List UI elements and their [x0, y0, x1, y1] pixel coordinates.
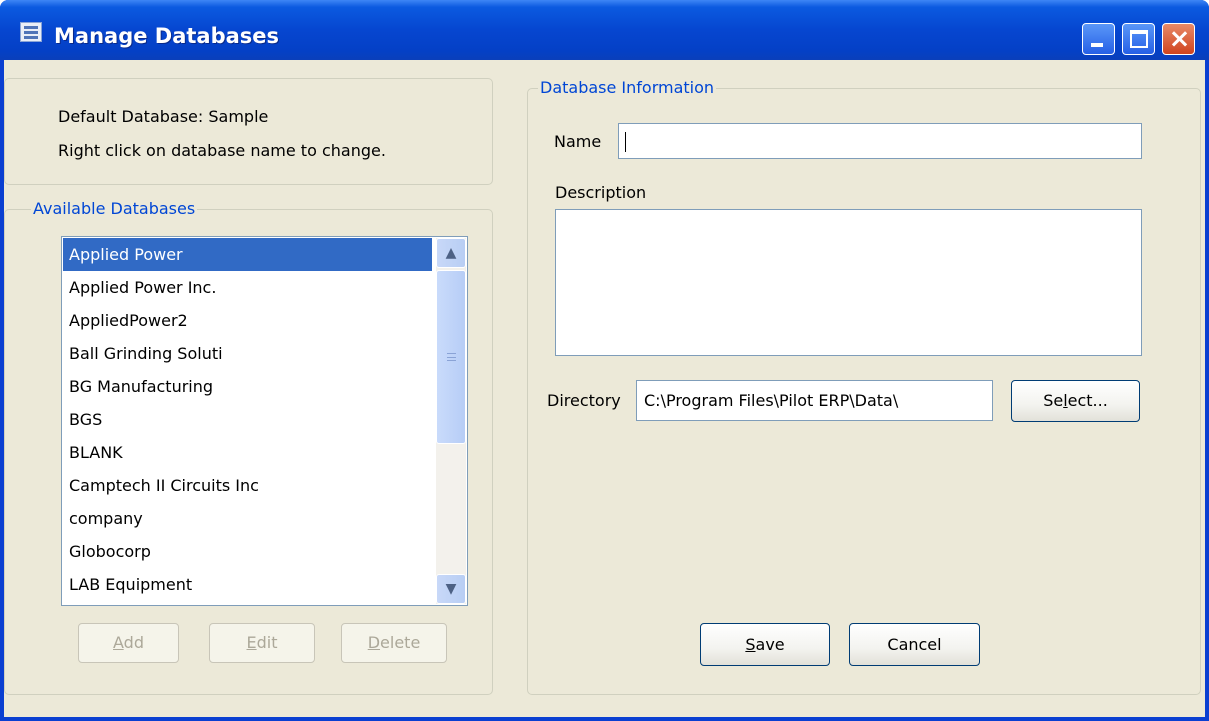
name-input[interactable] — [618, 123, 1142, 159]
list-item[interactable]: Applied Power Inc. — [63, 271, 432, 304]
cancel-button[interactable]: Cancel — [849, 623, 980, 666]
list-item[interactable]: BG Manufacturing — [63, 370, 432, 403]
scroll-thumb[interactable] — [436, 270, 466, 444]
maximize-button[interactable] — [1122, 23, 1155, 55]
save-button[interactable]: Save — [700, 623, 830, 666]
scroll-down-button[interactable]: ▼ — [436, 574, 466, 604]
database-listbox[interactable]: Applied Power Applied Power Inc. AppliedPo… — [61, 236, 468, 606]
manage-databases-window: Manage Databases × Default Database: Sam… — [0, 0, 1209, 721]
close-icon: × — [1168, 24, 1191, 54]
delete-button[interactable]: Delete — [341, 623, 447, 663]
add-button[interactable]: Add — [78, 623, 179, 663]
edit-button[interactable]: Edit — [209, 623, 315, 663]
directory-label: Directory — [547, 391, 621, 410]
list-item[interactable]: Globocorp — [63, 535, 432, 568]
scroll-up-button[interactable]: ▲ — [436, 238, 466, 268]
description-textarea[interactable] — [555, 209, 1142, 356]
directory-input[interactable]: C:\Program Files\Pilot ERP\Data\ — [636, 380, 993, 421]
name-label: Name — [554, 132, 602, 151]
default-database-box: Default Database: Sample Right click on … — [4, 78, 493, 185]
database-list: Applied Power Applied Power Inc. AppliedPo… — [63, 238, 432, 601]
scroll-up-arrow-icon: ▲ — [445, 245, 457, 261]
maximize-icon — [1130, 30, 1148, 48]
app-icon — [20, 22, 42, 42]
scroll-down-arrow-icon: ▼ — [445, 581, 457, 597]
list-item[interactable]: AppliedPower2 — [63, 304, 432, 337]
title-bar[interactable]: Manage Databases × — [0, 0, 1209, 60]
list-item[interactable]: Applied Power — [63, 238, 432, 271]
list-item[interactable]: Camptech II Circuits Inc — [63, 469, 432, 502]
database-information-legend: Database Information — [538, 78, 717, 97]
available-databases-legend: Available Databases — [31, 199, 198, 218]
list-item[interactable]: Ball Grinding Soluti — [63, 337, 432, 370]
description-label: Description — [555, 183, 647, 202]
list-scrollbar[interactable]: ▲ ▼ — [436, 238, 466, 604]
text-caret — [625, 131, 626, 152]
select-directory-button[interactable]: Select... — [1011, 380, 1140, 422]
list-item[interactable]: BLANK — [63, 436, 432, 469]
default-database-text: Default Database: Sample — [58, 107, 269, 126]
list-item[interactable]: company — [63, 502, 432, 535]
list-item[interactable]: LAB Equipment — [63, 568, 432, 601]
window-title: Manage Databases — [54, 24, 280, 48]
close-button[interactable]: × — [1162, 23, 1195, 55]
grip-icon — [447, 353, 456, 361]
dialog-client-area: Default Database: Sample Right click on … — [4, 60, 1205, 717]
default-database-hint: Right click on database name to change. — [58, 141, 386, 160]
list-item[interactable]: BGS — [63, 403, 432, 436]
minimize-icon — [1091, 43, 1103, 47]
minimize-button[interactable] — [1082, 23, 1115, 55]
